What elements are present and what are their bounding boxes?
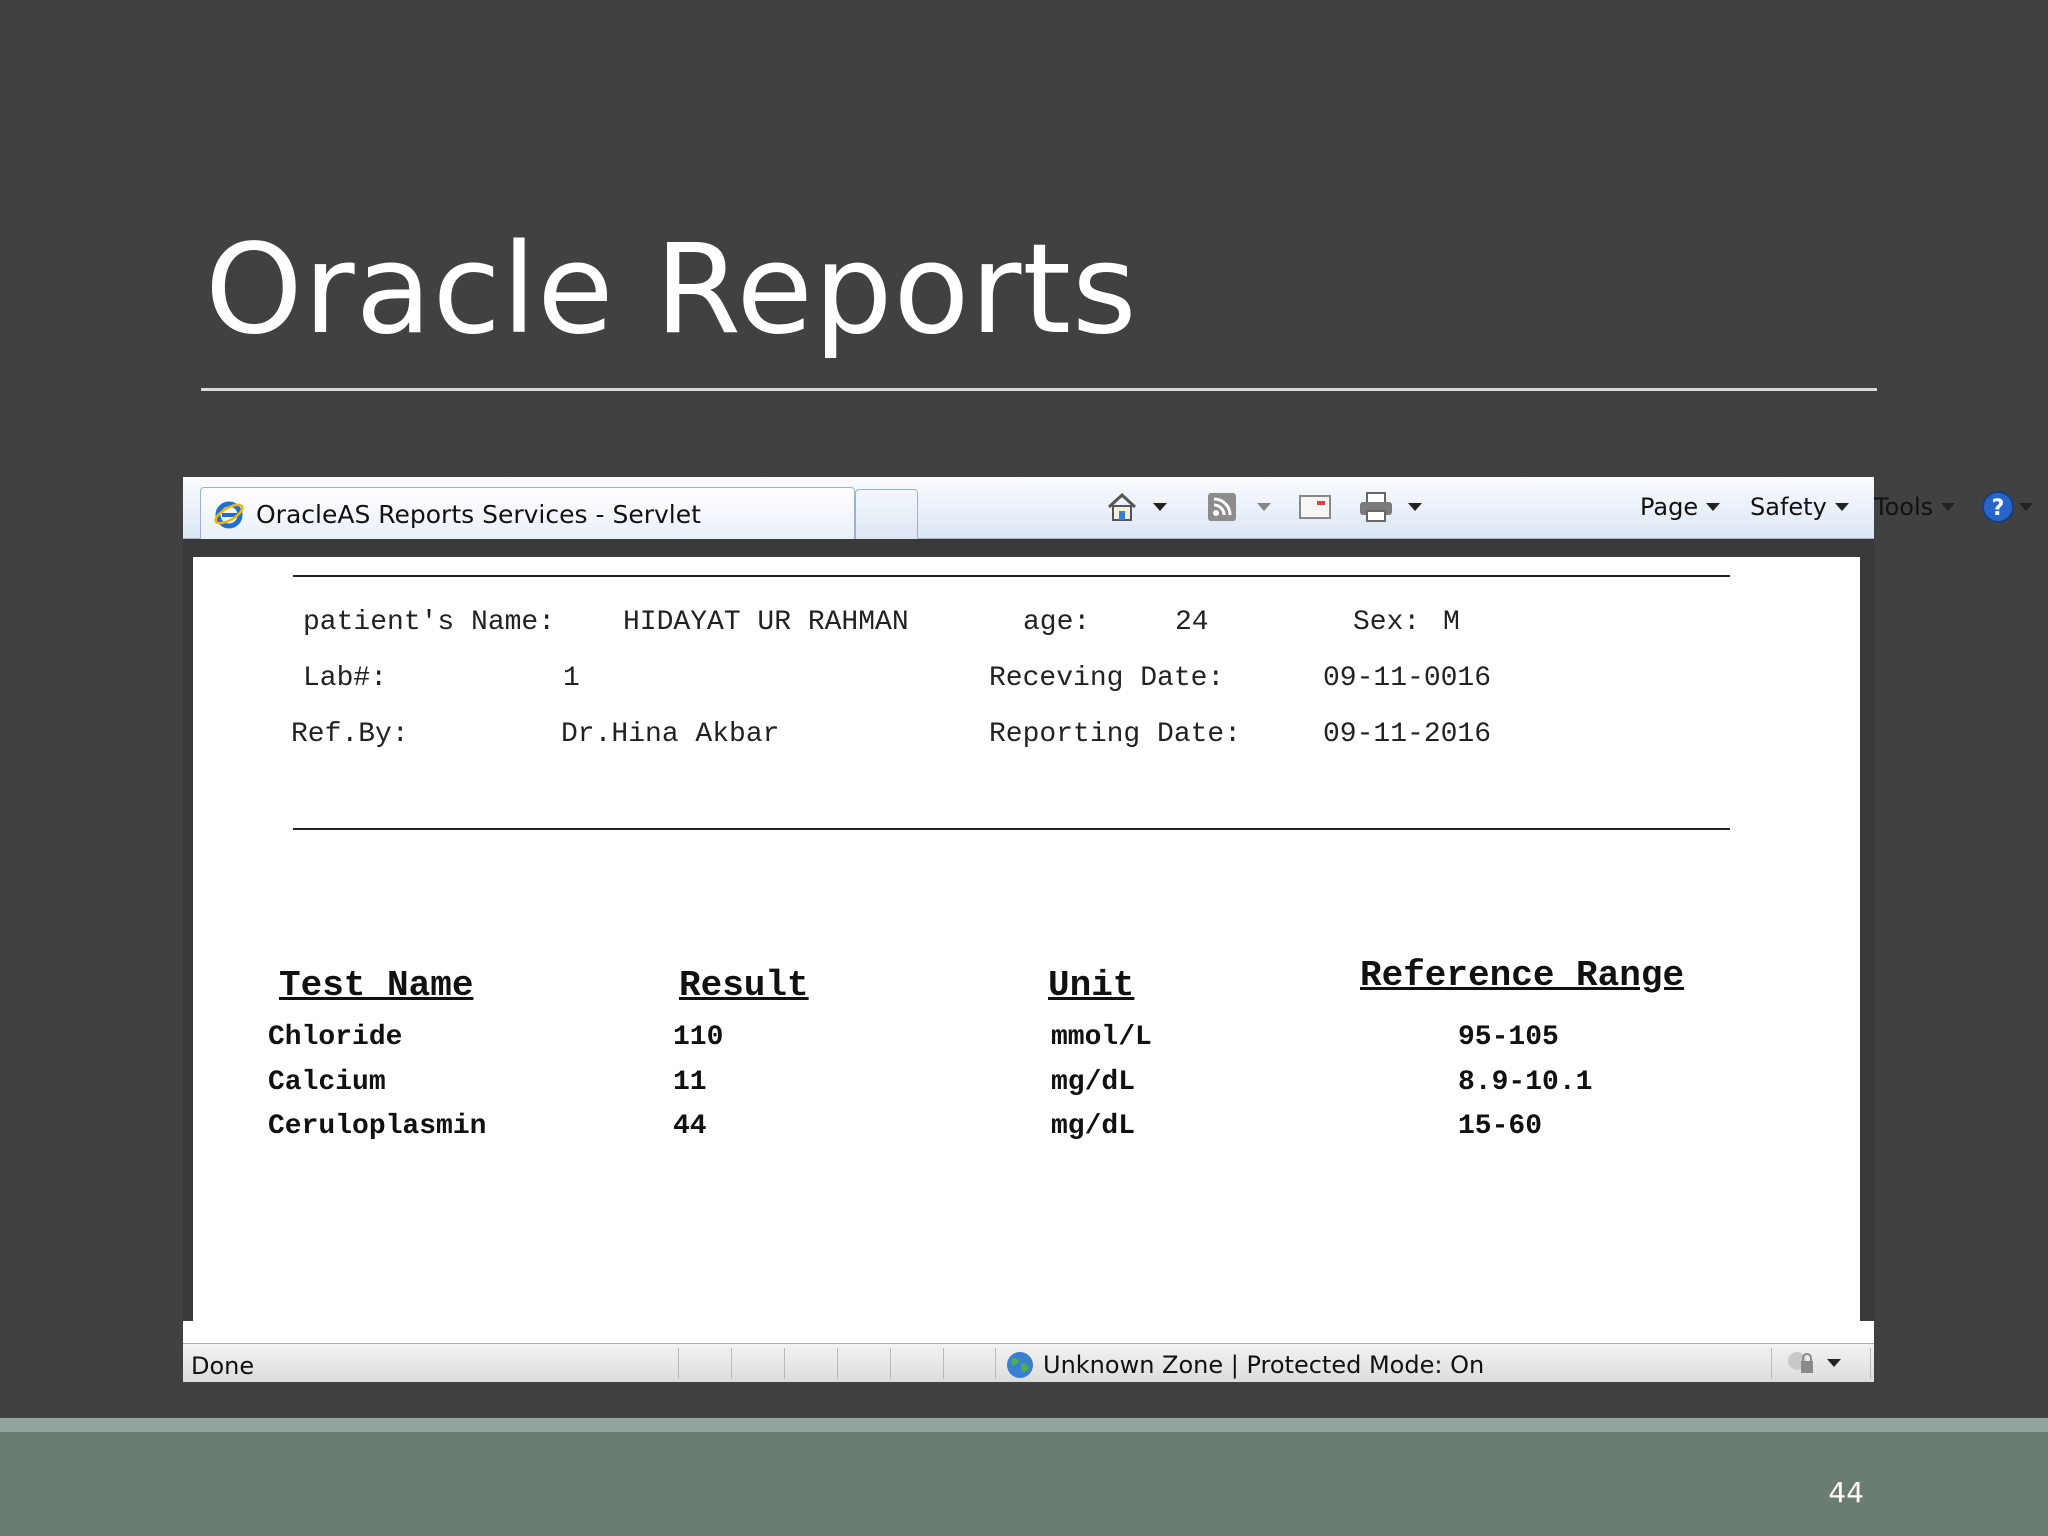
ref-by-label: Ref.By: bbox=[291, 719, 409, 750]
printer-icon bbox=[1360, 492, 1392, 522]
read-mail-button[interactable] bbox=[1299, 487, 1331, 527]
footer-accent-band bbox=[0, 1418, 2048, 1432]
status-divider bbox=[731, 1348, 732, 1379]
feeds-dropdown-caret[interactable] bbox=[1257, 503, 1271, 511]
receiving-date-label: Receving Date: bbox=[989, 663, 1225, 694]
status-divider bbox=[837, 1348, 838, 1379]
print-button[interactable] bbox=[1358, 487, 1422, 527]
lab-label: Lab#: bbox=[303, 663, 388, 694]
age-label: age: bbox=[1023, 607, 1091, 638]
report-page: patient's Name: HIDAYAT UR RAHMAN age: 2… bbox=[193, 557, 1860, 1321]
row-test: Chloride bbox=[268, 1022, 403, 1053]
tools-menu[interactable]: Tools bbox=[1874, 487, 1956, 527]
browser-viewport: patient's Name: HIDAYAT UR RAHMAN age: 2… bbox=[183, 539, 1874, 1321]
lock-icon bbox=[1788, 1352, 1813, 1373]
row-unit: mg/dL bbox=[1051, 1067, 1136, 1098]
print-dropdown-caret[interactable] bbox=[1408, 503, 1422, 511]
title-divider bbox=[201, 388, 1877, 391]
mail-icon bbox=[1299, 495, 1331, 519]
row-result: 11 bbox=[673, 1067, 707, 1098]
row-test: Calcium bbox=[268, 1067, 386, 1098]
feeds-button[interactable] bbox=[1207, 487, 1271, 527]
help-icon: ? bbox=[1982, 491, 2014, 523]
zoom-security-button[interactable] bbox=[1785, 1346, 1841, 1380]
home-icon bbox=[1107, 492, 1137, 521]
report-top-rule bbox=[293, 575, 1730, 577]
chevron-down-icon bbox=[2019, 503, 2033, 511]
status-divider bbox=[890, 1348, 891, 1379]
svg-text:?: ? bbox=[1992, 496, 2005, 521]
rss-feed-icon bbox=[1208, 493, 1236, 521]
chevron-down-icon bbox=[1827, 1359, 1841, 1367]
chevron-down-icon bbox=[1834, 503, 1849, 511]
sex-value: M bbox=[1443, 607, 1460, 638]
reporting-date-value: 09-11-2016 bbox=[1323, 719, 1492, 750]
status-text: Done bbox=[191, 1352, 255, 1380]
status-divider bbox=[995, 1348, 996, 1379]
safety-menu-label: Safety bbox=[1750, 493, 1827, 521]
new-tab-button[interactable] bbox=[855, 489, 918, 539]
safety-menu[interactable]: Safety bbox=[1750, 487, 1849, 527]
tools-menu-label: Tools bbox=[1874, 493, 1934, 521]
sex-label: Sex: bbox=[1353, 607, 1421, 638]
browser-window: OracleAS Reports Services - Servlet Page… bbox=[183, 477, 2033, 1382]
row-result: 110 bbox=[673, 1022, 724, 1053]
chevron-down-icon bbox=[1941, 503, 1956, 511]
globe-icon bbox=[1007, 1352, 1033, 1378]
status-divider bbox=[784, 1348, 785, 1379]
reporting-date-label: Reporting Date: bbox=[989, 719, 1242, 750]
row-range: 95-105 bbox=[1458, 1022, 1559, 1053]
age-value: 24 bbox=[1175, 607, 1209, 638]
ref-by-value: Dr.Hina Akbar bbox=[561, 719, 780, 750]
status-bar: Done Unknown Zone | Protected Mode: On bbox=[183, 1343, 1874, 1382]
slide-page-number: 44 bbox=[1828, 1476, 1864, 1509]
page-menu-label: Page bbox=[1640, 493, 1699, 521]
browser-toolbar: OracleAS Reports Services - Servlet Page… bbox=[183, 477, 2033, 539]
header-unit: Unit bbox=[1048, 965, 1135, 1006]
row-test: Ceruloplasmin bbox=[268, 1111, 487, 1142]
slide-footer bbox=[0, 1432, 2048, 1536]
status-divider bbox=[1771, 1348, 1772, 1379]
slide-title: Oracle Reports bbox=[205, 218, 1138, 362]
security-zone-label: Unknown Zone | Protected Mode: On bbox=[1043, 1351, 1485, 1379]
row-result: 44 bbox=[673, 1111, 707, 1142]
header-test-name: Test Name bbox=[279, 965, 474, 1006]
status-divider bbox=[943, 1348, 944, 1379]
row-unit: mmol/L bbox=[1051, 1022, 1152, 1053]
chevron-down-icon bbox=[1706, 503, 1721, 511]
patient-name-value: HIDAYAT UR RAHMAN bbox=[623, 607, 909, 638]
lab-value: 1 bbox=[563, 663, 580, 694]
page-menu[interactable]: Page bbox=[1640, 487, 1721, 527]
row-range: 15-60 bbox=[1458, 1111, 1543, 1142]
row-range: 8.9-10.1 bbox=[1458, 1067, 1593, 1098]
row-unit: mg/dL bbox=[1051, 1111, 1136, 1142]
tab-title: OracleAS Reports Services - Servlet bbox=[256, 500, 701, 529]
help-menu[interactable]: ? bbox=[1981, 487, 2033, 527]
internet-explorer-icon bbox=[214, 501, 244, 529]
home-dropdown-caret[interactable] bbox=[1153, 503, 1167, 511]
status-divider bbox=[678, 1348, 679, 1379]
receiving-date-value: 09-11-0016 bbox=[1323, 663, 1492, 694]
home-button[interactable] bbox=[1105, 487, 1167, 527]
patient-name-label: patient's Name: bbox=[303, 607, 556, 638]
report-bottom-rule bbox=[293, 828, 1730, 830]
header-result: Result bbox=[679, 965, 809, 1006]
tab-reports-servlet[interactable]: OracleAS Reports Services - Servlet bbox=[200, 487, 855, 539]
status-divider bbox=[1870, 1348, 1871, 1379]
security-zone[interactable]: Unknown Zone | Protected Mode: On bbox=[1005, 1350, 1484, 1380]
header-reference-range: Reference Range bbox=[1360, 955, 1685, 996]
